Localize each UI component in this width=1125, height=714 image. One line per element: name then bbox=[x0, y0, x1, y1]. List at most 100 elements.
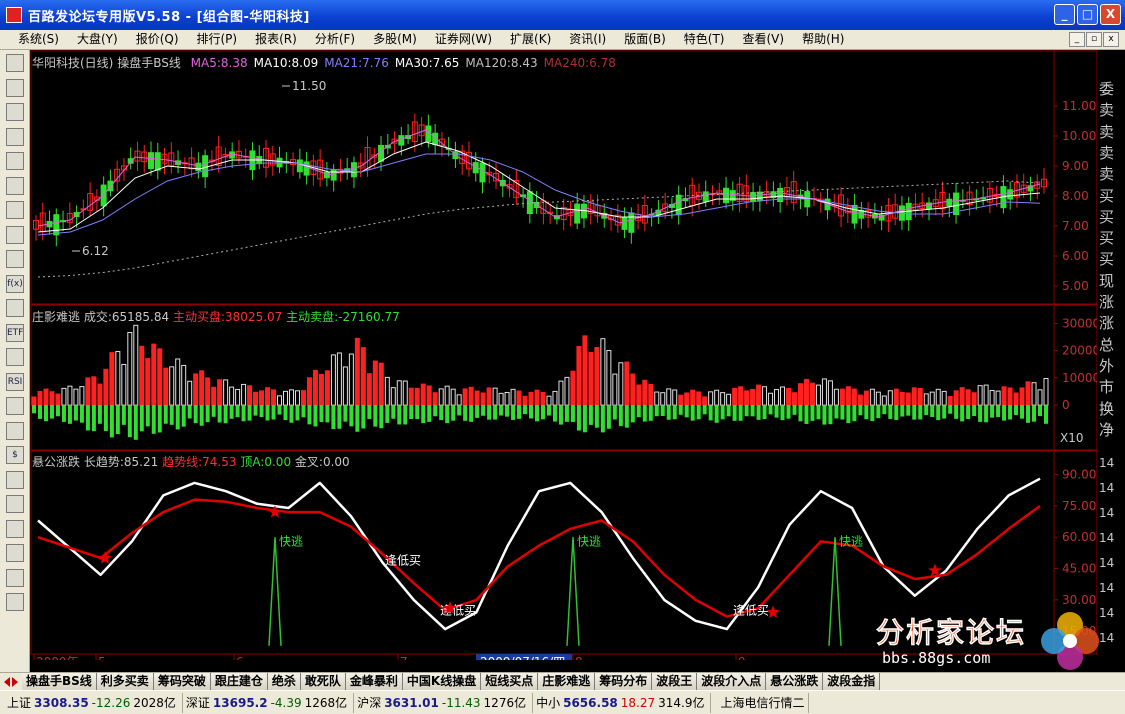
price-tick-label: 7.00 bbox=[1062, 219, 1089, 233]
kline-icon[interactable] bbox=[6, 127, 24, 146]
wave-icon[interactable] bbox=[6, 348, 24, 366]
move-icon[interactable] bbox=[6, 544, 24, 562]
dollar-icon[interactable]: $ bbox=[6, 446, 24, 464]
sell-volume-bar bbox=[666, 405, 671, 420]
buy-volume-bar bbox=[696, 391, 702, 406]
tab-scroll-right-icon[interactable] bbox=[12, 676, 18, 687]
menu-item-1[interactable]: 大盘(Y) bbox=[71, 30, 124, 50]
buy-volume-bar bbox=[887, 390, 893, 406]
index-quote-3[interactable]: 中小 5656.58 18.27 314.9亿 bbox=[533, 692, 712, 713]
tab-8[interactable]: 短线买点 bbox=[481, 673, 539, 690]
menu-item-12[interactable]: 查看(V) bbox=[737, 30, 791, 50]
export-icon[interactable] bbox=[6, 495, 24, 513]
indicator-name: 操盘手BS线 bbox=[117, 56, 181, 70]
tab-0[interactable]: 操盘手BS线 bbox=[22, 673, 97, 690]
tab-3[interactable]: 跟庄建仓 bbox=[210, 673, 268, 690]
sell-volume-bar bbox=[511, 405, 516, 420]
sell-volume-bar bbox=[73, 405, 78, 421]
child-restore-button[interactable]: ▫ bbox=[1086, 32, 1102, 47]
buy-volume-bar bbox=[420, 383, 426, 406]
menu-item-8[interactable]: 扩展(K) bbox=[504, 30, 557, 50]
buy-volume-bar bbox=[450, 388, 456, 406]
table-icon[interactable] bbox=[6, 421, 24, 440]
rsi-icon[interactable]: RSI bbox=[6, 372, 24, 391]
tab-5[interactable]: 敢死队 bbox=[300, 673, 346, 690]
x-axis-label: 6 bbox=[236, 655, 244, 660]
tab-scroll-left-icon[interactable] bbox=[4, 676, 10, 687]
sell-volume-bar bbox=[253, 405, 258, 416]
buy-volume-bar bbox=[55, 393, 61, 406]
function-icon[interactable]: f(x) bbox=[6, 274, 24, 293]
sell-volume-bar bbox=[259, 405, 264, 418]
index-quote-1[interactable]: 深证 13695.2 -4.39 1268亿 bbox=[183, 692, 355, 713]
sell-volume-bar bbox=[229, 405, 234, 419]
calendar-icon[interactable] bbox=[6, 201, 24, 219]
chart-area[interactable]: 11.00 10.00 9.00 8.00 7.00 6.00 5.00 11.50 6.12 3… bbox=[30, 50, 1100, 660]
sell-volume-bar bbox=[660, 405, 665, 416]
menu-item-5[interactable]: 分析(F) bbox=[309, 30, 361, 50]
menu-item-9[interactable]: 资讯(I) bbox=[563, 30, 612, 50]
maximize-button[interactable]: □ bbox=[1077, 4, 1098, 25]
report-icon[interactable] bbox=[6, 176, 24, 195]
menu-item-7[interactable]: 证券网(W) bbox=[429, 30, 498, 50]
down-arrow-icon[interactable] bbox=[6, 593, 24, 611]
minimize-button[interactable]: _ bbox=[1054, 4, 1075, 25]
child-minimize-button[interactable]: _ bbox=[1069, 32, 1085, 47]
buy-volume-bar bbox=[756, 384, 762, 406]
child-close-button[interactable]: x bbox=[1103, 32, 1119, 47]
close-button[interactable]: X bbox=[1100, 4, 1121, 25]
buy-volume-bar bbox=[845, 386, 851, 406]
tab-6[interactable]: 金峰暴利 bbox=[345, 673, 403, 690]
buy-volume-bar bbox=[283, 390, 289, 406]
window-icon[interactable] bbox=[6, 397, 24, 415]
sell-volume-bar bbox=[588, 405, 593, 425]
tab-10[interactable]: 筹码分布 bbox=[595, 673, 653, 690]
flower-logo-icon bbox=[1041, 612, 1099, 670]
tab-4[interactable]: 绝杀 bbox=[267, 673, 301, 690]
menu-item-2[interactable]: 报价(Q) bbox=[130, 30, 185, 50]
ind-long: 长趋势:85.21 bbox=[83, 455, 159, 469]
people-icon[interactable] bbox=[6, 250, 24, 268]
menu-item-0[interactable]: 系统(S) bbox=[12, 30, 65, 50]
index-value: 5656.58 bbox=[563, 695, 618, 710]
menu-item-3[interactable]: 排行(P) bbox=[191, 30, 244, 50]
tools-icon[interactable] bbox=[6, 470, 24, 489]
menu-item-4[interactable]: 报表(R) bbox=[249, 30, 303, 50]
menu-item-10[interactable]: 版面(B) bbox=[618, 30, 672, 50]
tab-13[interactable]: 悬公涨跌 bbox=[766, 673, 824, 690]
etf-icon[interactable]: ETF bbox=[6, 323, 24, 342]
buy-volume-bar bbox=[408, 387, 414, 406]
candle-body bbox=[479, 162, 486, 183]
info-label-14: 市 bbox=[1099, 378, 1115, 397]
menu-item-6[interactable]: 多股(M) bbox=[367, 30, 423, 50]
ma-label-2: MA21:7.76 bbox=[324, 56, 389, 70]
sell-volume-bar bbox=[415, 405, 420, 420]
list-icon[interactable] bbox=[6, 152, 24, 170]
menu-item-11[interactable]: 特色(T) bbox=[678, 30, 731, 50]
tab-14[interactable]: 波段金指 bbox=[823, 673, 881, 690]
sell-volume-bar bbox=[558, 405, 563, 425]
tab-7[interactable]: 中国K线操盘 bbox=[402, 673, 482, 690]
tab-2[interactable]: 筹码突破 bbox=[153, 673, 211, 690]
sell-volume-bar bbox=[205, 405, 210, 423]
tab-12[interactable]: 波段介入点 bbox=[697, 673, 767, 690]
mail-icon[interactable] bbox=[6, 225, 24, 244]
chart-canvas[interactable]: 11.00 10.00 9.00 8.00 7.00 6.00 5.00 11.50 6.12 3… bbox=[30, 50, 1100, 660]
buy-volume-bar bbox=[971, 392, 977, 406]
tab-1[interactable]: 利多买卖 bbox=[96, 673, 154, 690]
buy-volume-bar bbox=[127, 332, 133, 406]
tab-9[interactable]: 庄影难逃 bbox=[538, 673, 596, 690]
menu-item-13[interactable]: 帮助(H) bbox=[796, 30, 850, 50]
search-icon[interactable] bbox=[6, 299, 24, 317]
index-quote-0[interactable]: 上证 3308.35 -12.26 2028亿 bbox=[4, 692, 183, 713]
pencil-icon[interactable] bbox=[6, 519, 24, 538]
tab-11[interactable]: 波段王 bbox=[652, 673, 698, 690]
volume-title: 庄影难逃 bbox=[32, 310, 81, 324]
quote-icon[interactable] bbox=[6, 54, 24, 72]
buy-volume-bar bbox=[762, 386, 768, 406]
sell-volume-bar bbox=[636, 405, 641, 418]
index-quote-2[interactable]: 沪深 3631.01 -11.43 1276亿 bbox=[354, 692, 534, 713]
trend-icon[interactable] bbox=[6, 103, 24, 121]
up-arrow-icon[interactable] bbox=[6, 568, 24, 587]
grid-icon[interactable] bbox=[6, 78, 24, 97]
